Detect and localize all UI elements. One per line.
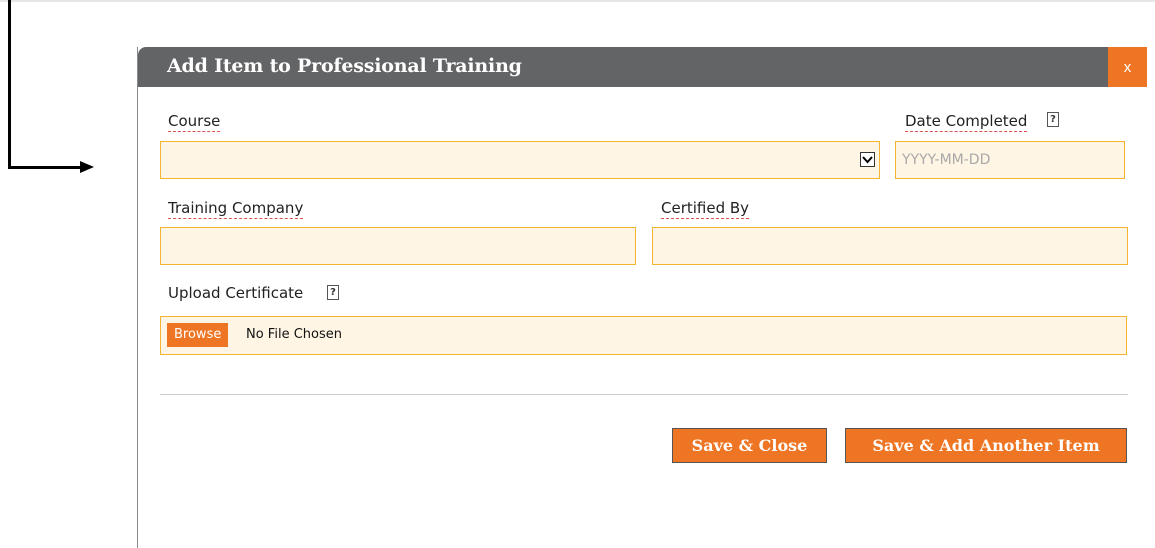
date-completed-field[interactable] [895, 141, 1125, 179]
dialog-header: Add Item to Professional Training x [138, 47, 1147, 87]
training-company-label: Training Company [168, 199, 304, 219]
browse-button[interactable]: Browse [167, 323, 229, 347]
arrow-horizontal-segment [8, 166, 82, 169]
top-border [0, 0, 1155, 2]
help-icon[interactable]: ? [1047, 112, 1059, 127]
training-company-input[interactable] [161, 228, 635, 264]
save-close-button[interactable]: Save & Close [672, 428, 827, 463]
certified-by-input[interactable] [653, 228, 1127, 264]
upload-certificate-field[interactable]: Browse No File Chosen [160, 316, 1127, 355]
dialog-title: Add Item to Professional Training [167, 55, 522, 77]
chevron-down-icon[interactable] [860, 152, 875, 167]
certified-by-field[interactable] [652, 227, 1128, 265]
file-status-text: No File Chosen [246, 327, 342, 342]
certified-by-label: Certified By [661, 199, 750, 219]
arrow-vertical-segment [8, 0, 11, 168]
course-select[interactable] [160, 141, 880, 179]
divider [160, 394, 1128, 395]
date-completed-label: Date Completed [905, 112, 1028, 132]
training-company-field[interactable] [160, 227, 636, 265]
course-label: Course [168, 112, 221, 132]
close-button[interactable]: x [1108, 47, 1147, 87]
arrow-head [80, 161, 94, 173]
date-completed-input[interactable] [896, 142, 1124, 178]
modal-left-border [137, 47, 138, 548]
upload-certificate-label: Upload Certificate [168, 284, 304, 302]
help-icon[interactable]: ? [327, 285, 339, 300]
save-add-another-button[interactable]: Save & Add Another Item [845, 428, 1127, 463]
